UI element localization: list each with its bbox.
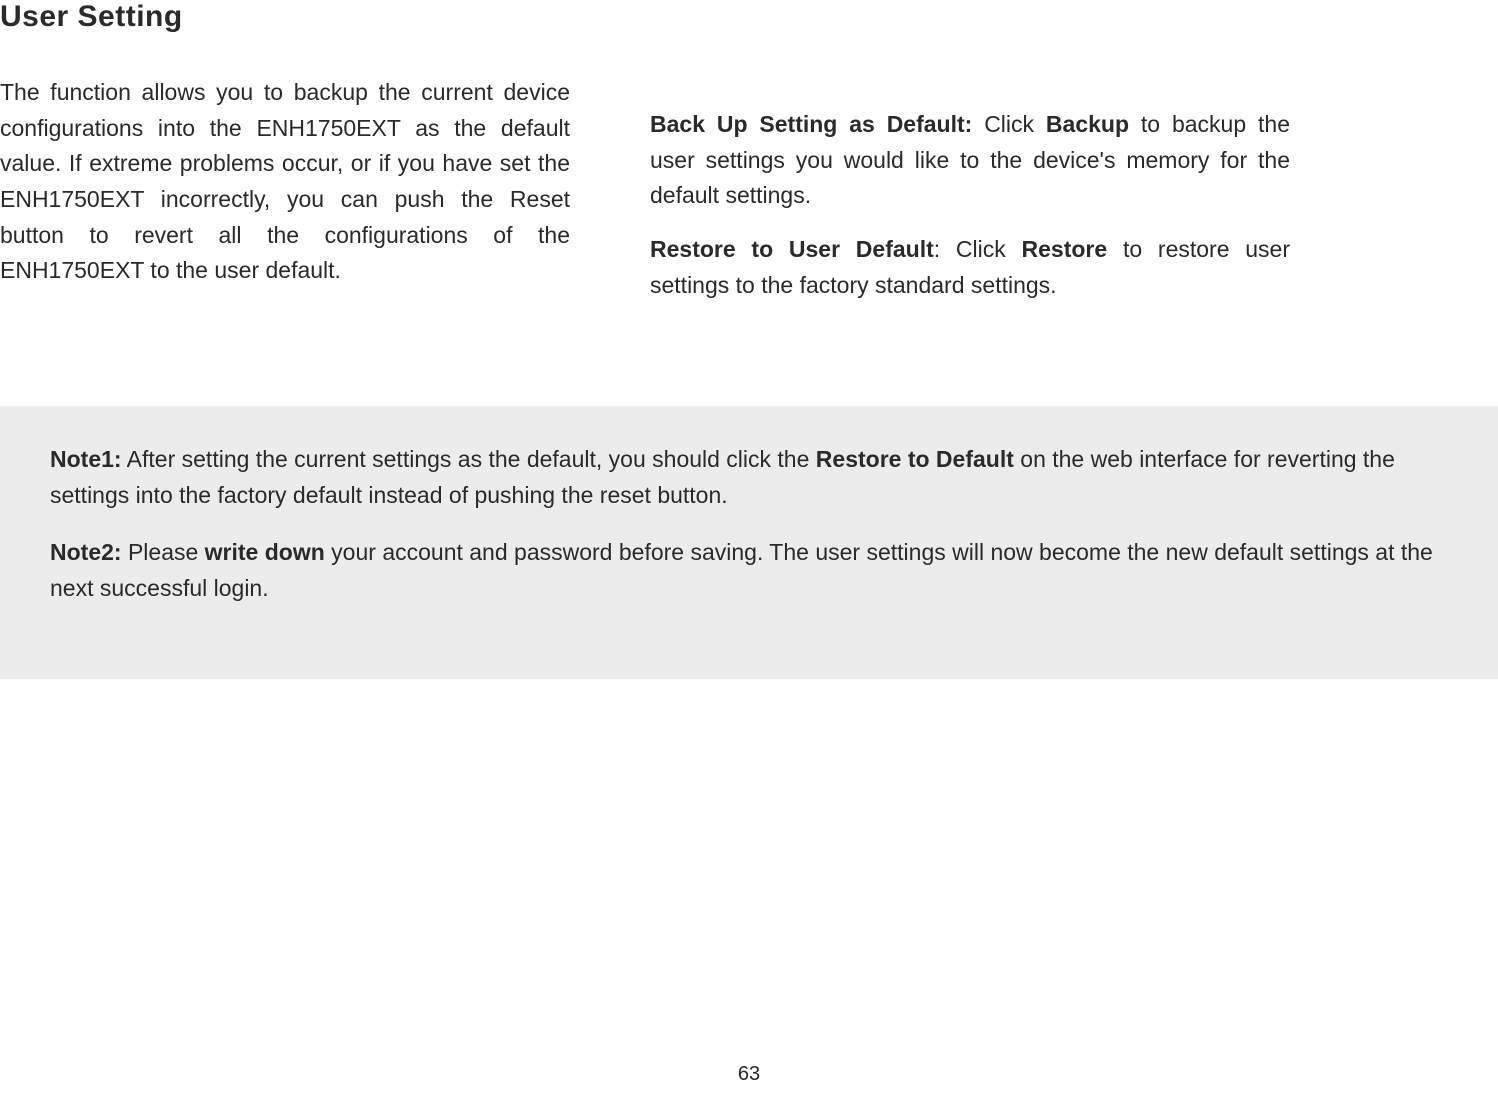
note1-label: Note1:	[50, 446, 122, 472]
note2-label: Note2:	[50, 539, 122, 565]
note2-pre: Please	[122, 539, 205, 565]
notes-box: Note1: After setting the current setting…	[0, 406, 1498, 679]
page-heading: User Setting	[0, 0, 1498, 34]
left-column: The function allows you to backup the cu…	[0, 52, 570, 321]
restore-paragraph: Restore to User Default: Click Restore t…	[650, 232, 1290, 303]
intro-paragraph: The function allows you to backup the cu…	[0, 75, 570, 289]
restore-label: Restore to User Default	[650, 236, 934, 262]
backup-text-pre: Click	[972, 111, 1046, 137]
note2-bold: write down	[205, 539, 325, 565]
right-column: Back Up Setting as Default: Click Backup…	[650, 52, 1290, 321]
note2: Note2: Please write down your account an…	[50, 535, 1448, 606]
backup-label: Back Up Setting as Default:	[650, 111, 972, 137]
restore-text-pre: : Click	[934, 236, 1022, 262]
note1: Note1: After setting the current setting…	[50, 442, 1448, 513]
backup-bold: Backup	[1046, 111, 1129, 137]
restore-bold: Restore	[1022, 236, 1108, 262]
note1-bold: Restore to Default	[816, 446, 1014, 472]
note1-pre: After setting the current settings as th…	[122, 446, 816, 472]
backup-paragraph: Back Up Setting as Default: Click Backup…	[650, 107, 1290, 214]
two-column-layout: The function allows you to backup the cu…	[0, 52, 1498, 321]
page-number: 63	[738, 1063, 760, 1086]
